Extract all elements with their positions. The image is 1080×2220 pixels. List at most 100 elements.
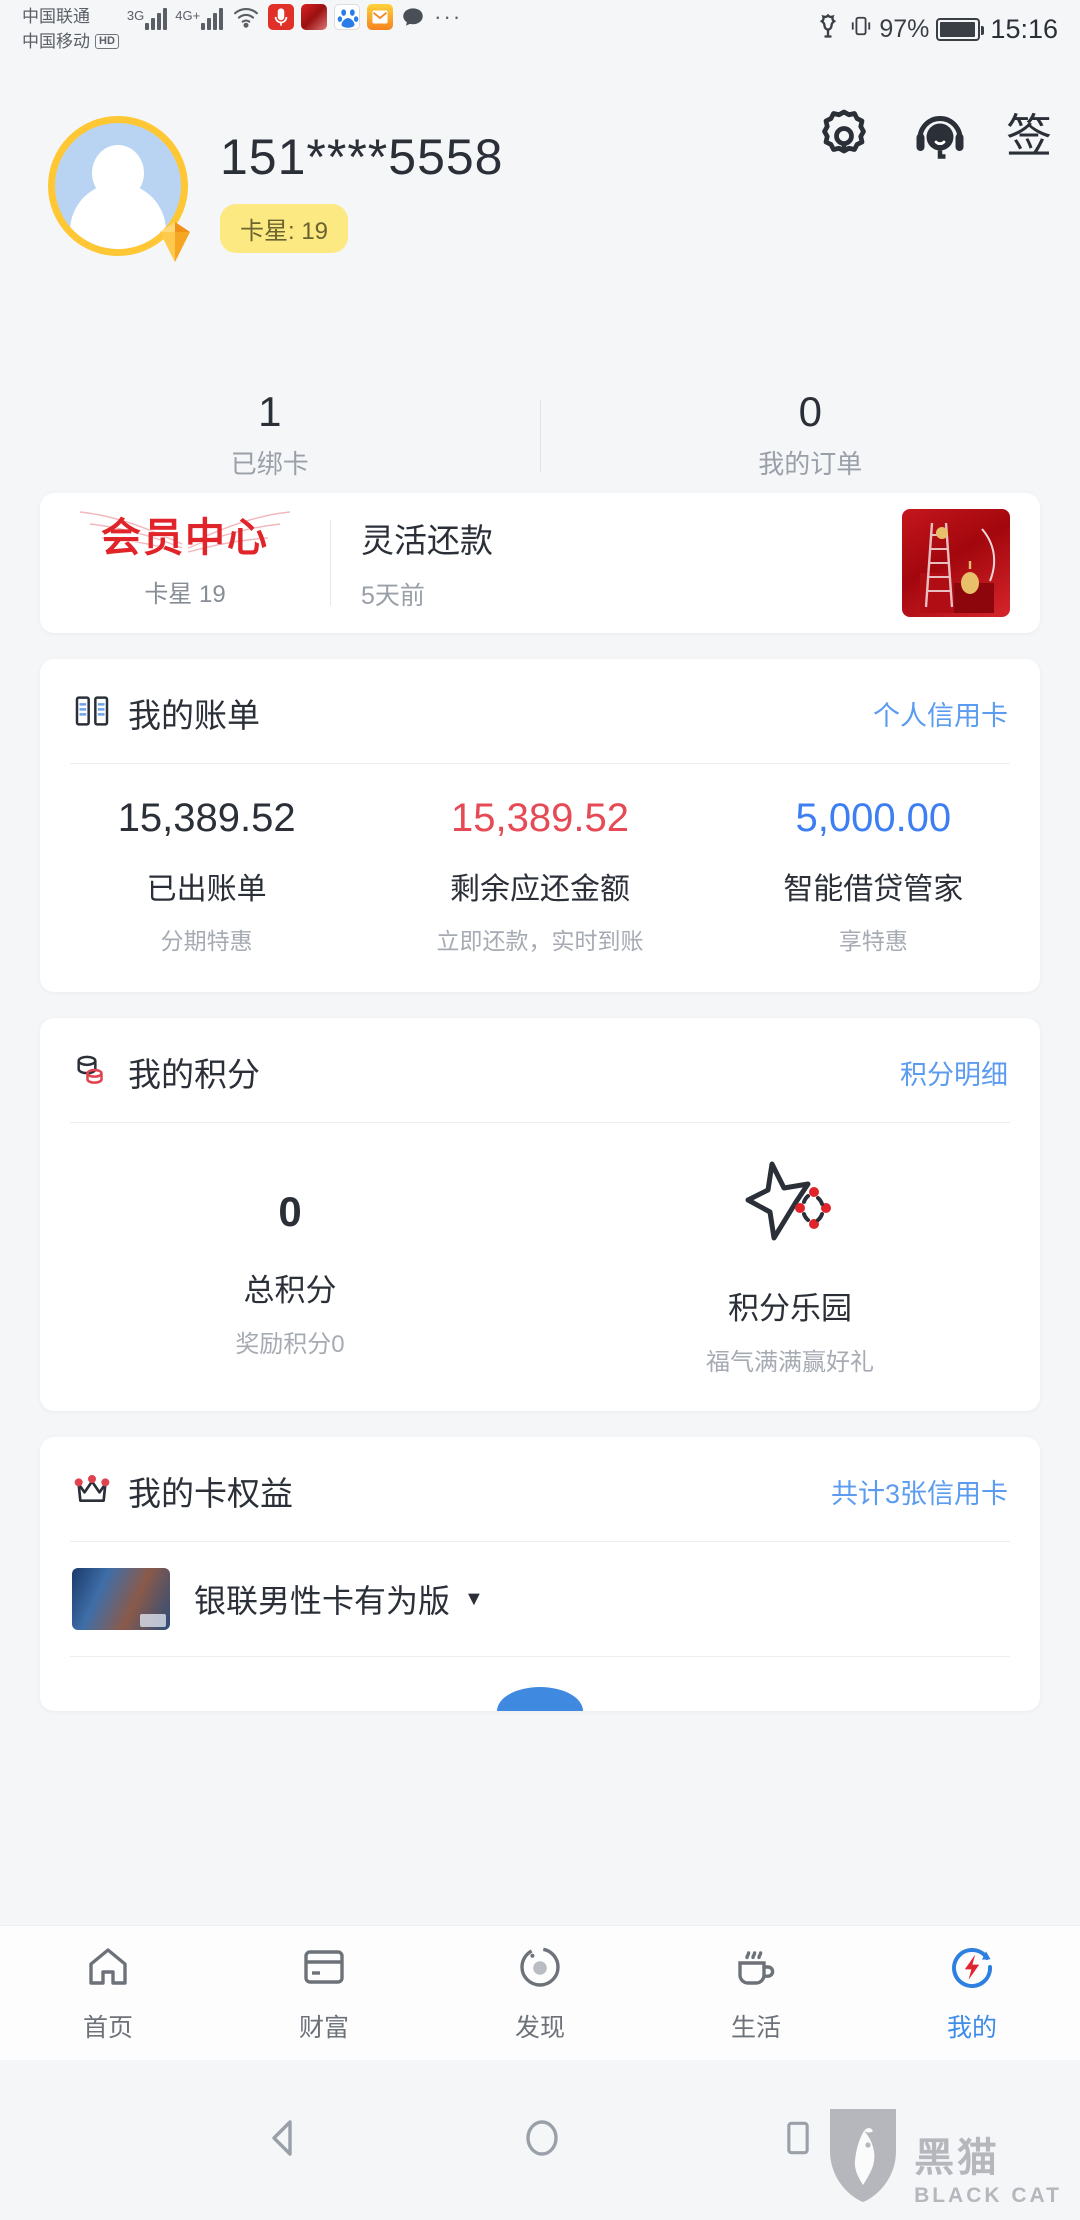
gem-badge-icon: [158, 216, 192, 262]
my-card-rights-card: 我的卡权益 共计3张信用卡 银联男性卡有为版 ▼: [40, 1437, 1040, 1711]
android-system-nav: 黑猫 BLACK CAT: [0, 2060, 1080, 2220]
header-actions: 签: [814, 106, 1052, 166]
scroll-hint-indicator: [497, 1687, 583, 1711]
bottom-tab-bar: 首页 财富 发现 生活 我的: [0, 1925, 1080, 2060]
credit-card-thumbnail: [72, 1568, 170, 1630]
rights-card-link[interactable]: 共计3张信用卡: [831, 1472, 1008, 1511]
rights-title-group: 我的卡权益: [72, 1467, 293, 1515]
star-points-park-icon: [540, 1157, 1040, 1251]
wifi-icon: [231, 4, 261, 35]
vip-block: 会员中心 卡星 19: [70, 510, 300, 609]
bill-name: 已出账单: [146, 873, 267, 906]
coins-stack-icon: [72, 1050, 112, 1095]
tab-mine[interactable]: 我的: [864, 1943, 1080, 2044]
watermark: 黑猫 BLACK CAT: [824, 2107, 1062, 2208]
back-triangle-icon[interactable]: [260, 2114, 308, 2167]
profile-info: 151****5558 卡星: 19: [220, 116, 504, 253]
avatar-body: [70, 183, 166, 249]
promo-time: 5天前: [361, 582, 425, 610]
credit-card-name: 银联男性卡有为版: [194, 1583, 451, 1619]
points-total-block[interactable]: 0 总积分 奖励积分0: [40, 1157, 540, 1359]
network-type-2: 4G+: [175, 8, 201, 23]
stat-bound-cards[interactable]: 1 已绑卡: [0, 387, 540, 481]
bill-item-loan-manager[interactable]: 5,000.00 智能借贷管家 享特惠: [707, 798, 1040, 956]
credit-card-name-group: 银联男性卡有为版 ▼: [194, 1576, 484, 1622]
points-park-block[interactable]: 积分乐园 福气满满赢好礼: [540, 1157, 1040, 1377]
gear-icon[interactable]: [814, 106, 874, 166]
watermark-cn: 黑猫: [914, 2136, 1001, 2180]
bill-card-title: 我的账单: [128, 697, 260, 734]
status-bar: 中国联通 中国移动 HD 3G 4G+ ··· 97% 15:16: [0, 0, 1080, 58]
recents-square-icon[interactable]: [776, 2114, 820, 2167]
watermark-en: BLACK CAT: [914, 2184, 1062, 2207]
points-total-sub: 奖励积分0: [235, 1331, 345, 1358]
black-cat-logo-icon: [824, 2107, 902, 2208]
vip-title: 会员中心: [101, 515, 269, 560]
rights-divider-2: [70, 1656, 1010, 1657]
member-card-divider: [330, 520, 331, 606]
tab-discover[interactable]: 发现: [432, 1943, 648, 2044]
bill-title-group: 我的账单: [72, 689, 260, 737]
bill-item-remaining[interactable]: 15,389.52 剩余应还金额 立即还款，实时到账: [373, 798, 706, 956]
points-content-row: 0 总积分 奖励积分0 积分乐园 福气满满赢好礼: [40, 1123, 1040, 1411]
promo-thumbnail: [902, 509, 1010, 617]
tab-life[interactable]: 生活: [648, 1943, 864, 2044]
stat-value: 1: [258, 387, 282, 435]
bill-name: 剩余应还金额: [449, 873, 630, 906]
app-icon-chat: [400, 4, 426, 30]
member-center-card[interactable]: 会员中心 卡星 19 灵活还款 5天前: [40, 493, 1040, 633]
bill-amount: 15,389.52: [451, 796, 629, 840]
carrier-secondary-row: 中国移动 HD: [22, 29, 119, 54]
points-park-label: 积分乐园: [728, 1291, 852, 1326]
points-card-link[interactable]: 积分明细: [900, 1053, 1008, 1092]
avatar[interactable]: [48, 116, 190, 262]
bill-item-statement[interactable]: 15,389.52 已出账单 分期特惠: [40, 798, 373, 956]
tab-label: 发现: [514, 2013, 565, 2042]
tab-label: 生活: [730, 2013, 781, 2042]
points-total-label: 总积分: [243, 1273, 337, 1308]
stat-value: 0: [798, 387, 822, 435]
bill-book-icon: [72, 691, 112, 736]
my-points-card: 我的积分 积分明细 0 总积分 奖励积分0 积分乐园 福气满满赢好礼: [40, 1018, 1040, 1411]
stat-my-orders[interactable]: 0 我的订单: [541, 387, 1080, 481]
app-icon-mic: [268, 4, 295, 30]
carrier-names: 中国联通 中国移动 HD: [22, 4, 119, 54]
bill-amount: 5,000.00: [795, 796, 952, 840]
phone-number: 151****5558: [220, 129, 504, 185]
clock: 15:16: [990, 13, 1058, 44]
bill-amount: 15,389.52: [117, 796, 296, 840]
bill-sub: 分期特惠: [160, 928, 253, 954]
tab-label: 首页: [82, 2013, 133, 2042]
credit-card-icon: [300, 1943, 348, 1996]
headset-customer-service-icon[interactable]: [910, 106, 970, 166]
home-circle-icon[interactable]: [518, 2114, 566, 2167]
chevron-down-icon[interactable]: ▼: [464, 1588, 484, 1611]
member-promo: 灵活还款 5天前: [361, 514, 902, 612]
member-card-inner: 会员中心 卡星 19 灵活还款 5天前: [40, 493, 1040, 633]
status-bar-left: 中国联通 中国移动 HD 3G 4G+ ···: [22, 4, 462, 54]
app-icon-mail: [367, 4, 394, 30]
signal-group-2: 4G+: [175, 4, 224, 30]
credit-card-row[interactable]: 银联男性卡有为版 ▼: [40, 1542, 1040, 1630]
battery-icon: [936, 17, 985, 41]
points-title-group: 我的积分: [72, 1048, 260, 1096]
bill-card-header: 我的账单 个人信用卡: [40, 659, 1040, 737]
lightning-circle-icon: [948, 1943, 996, 1996]
bill-sub: 立即还款，实时到账: [436, 928, 644, 954]
tab-wealth[interactable]: 财富: [216, 1943, 432, 2044]
tab-home[interactable]: 首页: [0, 1943, 216, 2044]
sign-in-button[interactable]: 签: [1006, 113, 1052, 159]
bill-card-link[interactable]: 个人信用卡: [873, 694, 1008, 733]
status-bar-right: 97% 15:16: [813, 0, 1058, 58]
network-type-1: 3G: [126, 8, 145, 23]
app-header: 签 151****5558 卡星: 19: [0, 58, 1080, 378]
signal-bars-2-icon: [201, 4, 224, 30]
points-card-header: 我的积分 积分明细: [40, 1018, 1040, 1096]
carrier-primary-row: 中国联通: [22, 4, 119, 29]
carrier-primary: 中国联通: [22, 7, 90, 26]
eye-protection-icon: [813, 12, 843, 47]
crown-icon: [72, 1469, 112, 1514]
rights-card-title: 我的卡权益: [128, 1475, 293, 1512]
star-badge[interactable]: 卡星: 19: [220, 204, 349, 253]
app-icon-notification: [301, 4, 328, 30]
